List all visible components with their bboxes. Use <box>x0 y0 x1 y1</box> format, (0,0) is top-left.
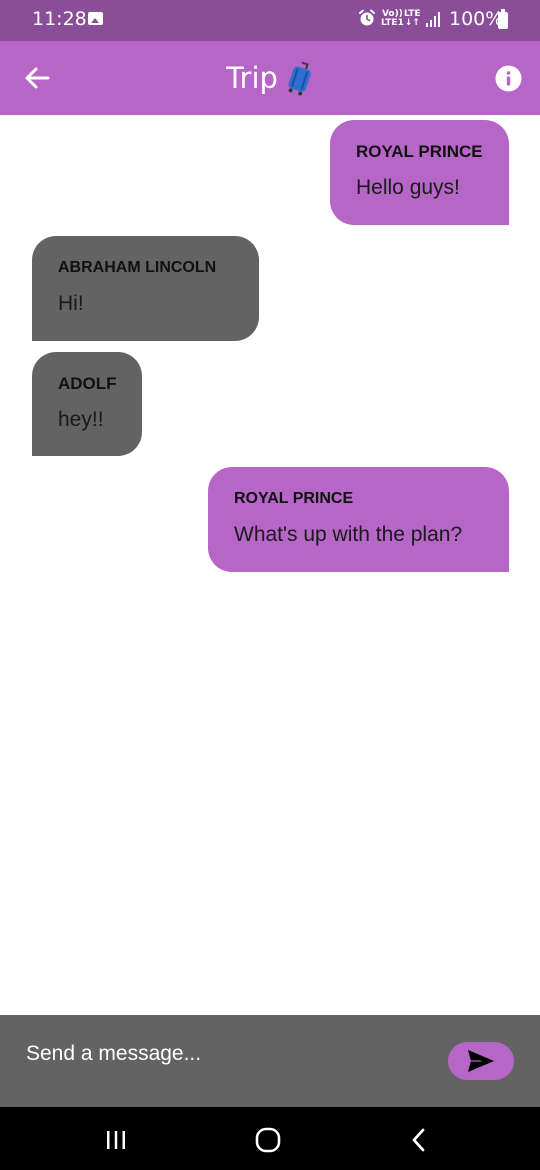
battery-icon <box>498 9 508 29</box>
luggage-icon <box>288 61 311 96</box>
system-nav-bar <box>0 1107 540 1170</box>
volte-bottom-label: LTE1 <box>381 18 404 28</box>
message-bubble-outgoing: ROYAL PRINCE What's up with the plan? <box>208 467 509 572</box>
recent-apps-icon[interactable] <box>103 1127 129 1153</box>
message-text: Hello guys! <box>356 176 460 199</box>
message-bubble-outgoing: ROYAL PRINCE Hello guys! <box>330 120 509 225</box>
app-bar: Trip <box>0 41 540 115</box>
alarm-icon <box>359 9 375 26</box>
home-icon[interactable] <box>253 1125 283 1155</box>
image-notification-icon <box>88 12 103 25</box>
message-composer <box>0 1015 540 1107</box>
page-title: Trip <box>226 61 278 95</box>
status-bar: 11:28 Vo)) LTE1 LTE ↓↑ 100% <box>0 0 540 41</box>
lte-indicator: LTE ↓↑ <box>404 10 421 28</box>
message-text: hey!! <box>58 408 104 431</box>
send-button[interactable] <box>448 1042 514 1080</box>
nav-back-icon[interactable] <box>406 1127 432 1153</box>
message-text: Hi! <box>58 292 84 315</box>
info-icon[interactable] <box>495 65 522 92</box>
send-icon <box>468 1050 494 1072</box>
message-bubble-incoming: ABRAHAM LINCOLN Hi! <box>32 236 259 341</box>
message-sender: ABRAHAM LINCOLN <box>58 259 217 276</box>
message-bubble-incoming: ADOLF hey!! <box>32 352 142 456</box>
lte-bottom-label: ↓↑ <box>404 18 420 28</box>
message-sender: ROYAL PRINCE <box>234 490 354 507</box>
message-sender: ADOLF <box>58 374 117 393</box>
status-time: 11:28 <box>32 8 87 30</box>
signal-icon <box>426 12 440 27</box>
arrow-left-icon[interactable] <box>22 63 52 93</box>
message-text: What's up with the plan? <box>234 523 463 546</box>
battery-percent: 100% <box>449 8 504 30</box>
message-sender: ROYAL PRINCE <box>356 142 483 161</box>
message-input[interactable] <box>26 1037 426 1071</box>
app-title-container: Trip <box>0 41 540 115</box>
volte-indicator: Vo)) LTE1 <box>381 10 404 28</box>
